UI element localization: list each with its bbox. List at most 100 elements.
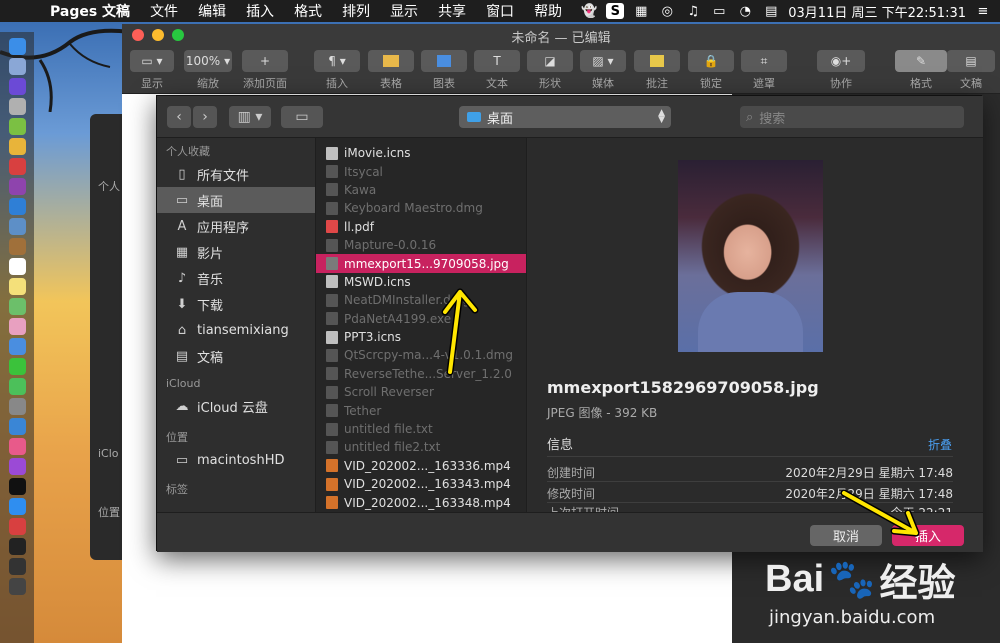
sidebar-item-home[interactable]: ⌂ tiansemixiang [157,317,315,343]
toolbar-document[interactable]: ▤ 文稿 [947,50,995,91]
android-icon[interactable] [8,118,26,135]
list-item[interactable]: VID_202002..._163336.mp4 [316,457,526,475]
calendar-icon[interactable]: ▤ [762,3,780,19]
keynote-icon[interactable] [8,418,26,435]
toolbar-zoom[interactable]: 100% ▾ 缩放 [184,50,232,91]
s-app-icon[interactable]: S [606,3,625,19]
sidebar-item-macintoshhd[interactable]: ▭ macintoshHD [157,447,315,473]
forward-button[interactable]: › [193,106,217,128]
globe-icon[interactable]: ◎ [658,3,676,19]
siri-icon[interactable] [8,78,26,95]
music-note-icon[interactable]: ♫ [684,3,702,19]
list-item[interactable]: Keyboard Maestro.dmg [316,199,526,217]
back-button[interactable]: ‹ [167,106,191,128]
list-item[interactable]: Tether [316,401,526,419]
new-folder-button[interactable]: ▭ [281,106,323,128]
vivaldi-icon[interactable] [8,518,26,535]
blue-app-icon[interactable] [8,198,26,215]
sidebar-item-applications[interactable]: A 应用程序 [157,213,315,239]
tv-icon[interactable] [8,478,26,495]
console-icon[interactable] [8,578,26,595]
maps-icon[interactable] [8,298,26,315]
calendar-app-icon[interactable] [8,258,26,275]
purple-app-icon[interactable] [8,178,26,195]
list-item[interactable]: untitled file.txt [316,420,526,438]
notes-icon[interactable] [8,278,26,295]
photos-icon[interactable] [8,318,26,335]
brown-app-icon[interactable] [8,238,26,255]
list-item[interactable]: Scroll Reverser [316,383,526,401]
collapse-link[interactable]: 折叠 [928,436,952,453]
list-item[interactable]: Mapture-0.0.16 [316,236,526,254]
toolbar-text[interactable]: T 文本 [474,50,520,91]
sidebar-item-downloads[interactable]: ⬇ 下载 [157,291,315,317]
red-app-icon[interactable] [8,158,26,175]
chrome-icon[interactable] [8,138,26,155]
menu-app-name[interactable]: Pages 文稿 [40,1,140,21]
list-item[interactable]: iMovie.icns [316,144,526,162]
sidebar-item-desktop[interactable]: ▭ 桌面 [157,187,315,213]
settings-icon[interactable] [8,398,26,415]
search-field[interactable]: ⌕ 搜索 [740,106,964,128]
toolbar-chart[interactable]: 图表 [421,50,467,91]
view-mode-button[interactable]: ▥ ▾ [229,106,271,128]
toolbar-lock[interactable]: 🔒 锁定 [688,50,734,91]
menu-edit[interactable]: 编辑 [188,1,236,21]
toolbar-chart-label: 图表 [433,77,455,90]
search-placeholder: 搜索 [759,111,786,127]
menu-format[interactable]: 格式 [284,1,332,21]
menu-file[interactable]: 文件 [140,1,188,21]
list-item[interactable]: VID_202002..._163348.mp4 [316,493,526,511]
list-item[interactable]: untitled file2.txt [316,438,526,456]
grid-icon[interactable]: ▦ [632,3,650,19]
list-item[interactable]: Kawa [316,181,526,199]
toolbar-format[interactable]: ✎ 格式 [895,50,947,91]
sidebar-item-documents[interactable]: ▤ 文稿 [157,343,315,369]
podcasts-icon[interactable] [8,458,26,475]
sidebar-item-icloud-drive[interactable]: ☁ iCloud 云盘 [157,393,315,419]
terminal-icon[interactable] [8,538,26,555]
location-popup[interactable]: 桌面 ▲ ▼ [459,106,671,128]
menu-arrange[interactable]: 排列 [332,1,380,21]
toolbar-table[interactable]: 表格 [368,50,414,91]
airplay-icon[interactable]: ▭ [710,3,728,19]
messages-icon[interactable] [8,338,26,355]
menu-view[interactable]: 显示 [380,1,428,21]
activity-monitor-icon[interactable] [8,558,26,575]
itunes-icon[interactable] [8,438,26,455]
toolbar-add-page[interactable]: + 添加页面 [242,50,288,91]
window-toolbar: 未命名 — 已编辑 ▭ ▾ 显示 100% ▾ 缩放 + 添加页面 ¶ ▾ 插入 … [122,24,1000,94]
launchpad-icon[interactable] [8,58,26,75]
menu-insert[interactable]: 插入 [236,1,284,21]
dialog-sidebar: 个人收藏 ▯ 所有文件 ▭ 桌面 A 应用程序 ▦ 影片 ♪ 音乐 ⬇ 下载 ⌂ tianse… [157,138,315,512]
toolbar-comment[interactable]: 批注 [634,50,680,91]
sidebar-item-movies[interactable]: ▦ 影片 [157,239,315,265]
menu-share[interactable]: 共享 [428,1,476,21]
ghost-icon[interactable]: 👻 [580,3,598,19]
rocket-icon[interactable] [8,98,26,115]
app-icon [326,404,338,418]
search-icon: ⌕ [746,109,754,125]
menu-help[interactable]: 帮助 [524,1,572,21]
toolbar-mask[interactable]: ⌗ 遮罩 [741,50,787,91]
app-store-icon[interactable] [8,498,26,515]
facetime-icon[interactable] [8,378,26,395]
preview-icon[interactable] [8,218,26,235]
sidebar-item-music[interactable]: ♪ 音乐 [157,265,315,291]
menubar-clock[interactable]: 03月11日 周三 下午22:51:31 [788,2,966,21]
speed-icon[interactable]: ◔ [736,3,754,19]
list-item[interactable]: VID_202002..._163343.mp4 [316,475,526,493]
finder-icon[interactable] [8,38,26,55]
toolbar-shape[interactable]: ◪ 形状 [527,50,573,91]
wechat-icon[interactable] [8,358,26,375]
sidebar-item-all-files[interactable]: ▯ 所有文件 [157,161,315,187]
list-item[interactable]: ll.pdf [316,218,526,236]
list-item[interactable]: Itsycal [316,162,526,180]
toolbar-media[interactable]: ▨ ▾ 媒体 [580,50,626,91]
menu-window[interactable]: 窗口 [476,1,524,21]
toolbar-media-label: 媒体 [592,77,614,90]
toolbar-insert[interactable]: ¶ ▾ 插入 [314,50,360,91]
toolbar-view[interactable]: ▭ ▾ 显示 [130,50,174,91]
toolbar-collaborate[interactable]: ◉+ 协作 [817,50,865,91]
list-icon[interactable]: ≡ [974,3,992,19]
